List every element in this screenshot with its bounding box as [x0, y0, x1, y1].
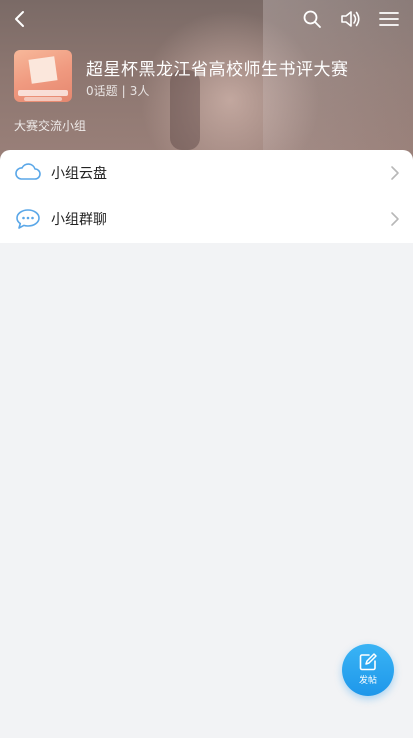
menu-icon[interactable] — [376, 6, 402, 32]
search-icon[interactable] — [299, 6, 325, 32]
back-chevron-icon[interactable] — [7, 6, 33, 32]
cloud-drive-label: 小组云盘 — [51, 166, 107, 182]
group-entries-card: 小组云盘 小组群聊 — [0, 150, 413, 243]
chevron-right-icon — [389, 211, 401, 227]
chat-bubble-icon — [14, 207, 42, 231]
header-background-figure — [170, 70, 200, 150]
group-stats: 0话题 | 3人 — [86, 82, 149, 99]
group-cloud-drive-entry[interactable]: 小组云盘 — [0, 150, 413, 196]
group-description: 大赛交流小组 — [14, 119, 87, 133]
group-title: 超星杯黑龙江省高校师生书评大赛 — [86, 60, 349, 80]
chevron-right-icon — [389, 165, 401, 181]
topic-count: 0话题 — [86, 84, 118, 98]
top-bar — [0, 0, 413, 36]
edit-icon — [358, 652, 378, 672]
stats-separator: | — [121, 84, 126, 98]
speaker-icon[interactable] — [338, 6, 364, 32]
group-cover-image — [14, 50, 72, 102]
new-post-label: 发帖 — [358, 676, 377, 686]
group-chat-label: 小组群聊 — [51, 212, 107, 228]
group-header: 超星杯黑龙江省高校师生书评大赛 0话题 | 3人 大赛交流小组 — [0, 0, 413, 160]
member-count[interactable]: 3人 — [130, 84, 150, 98]
group-chat-entry[interactable]: 小组群聊 — [0, 196, 413, 242]
cloud-icon — [14, 161, 42, 185]
new-post-button[interactable]: 发帖 — [342, 644, 394, 696]
